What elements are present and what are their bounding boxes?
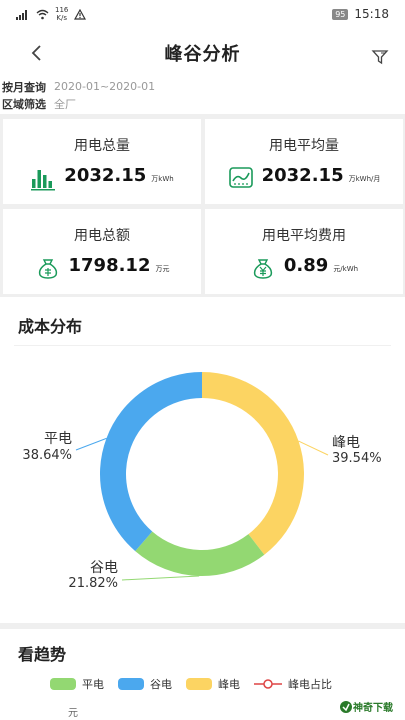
header: 峰谷分析 (0, 28, 405, 78)
money-bag-icon (38, 259, 57, 279)
card-value: 1798.12 (68, 255, 151, 276)
card-avg-power: 用电平均量 2032.15 万kWh/月 (205, 119, 403, 204)
card-title: 用电平均量 (269, 138, 339, 154)
network-speed: 116 K/s (55, 6, 68, 22)
donut-slice-feng[interactable] (202, 372, 305, 555)
leader-line-feng (298, 440, 329, 456)
brand-text: 神奇下载 (353, 703, 393, 714)
legend-label: 谷电 (150, 678, 172, 691)
leader-line-ping (75, 437, 107, 451)
legend-item-feng-ratio[interactable]: 峰电占比 (254, 676, 332, 692)
month-query-label: 按月查询 (2, 80, 46, 94)
legend-item-feng[interactable]: 峰电 (186, 676, 240, 692)
y-axis-unit: 元 (68, 708, 78, 719)
trend-legend: 平电 谷电 峰电 峰电占比 (50, 676, 346, 692)
card-title: 用电总额 (74, 228, 130, 244)
legend-item-ping[interactable]: 平电 (50, 676, 104, 692)
legend-label: 峰电占比 (288, 678, 332, 691)
slice-label-feng: 峰电 (332, 435, 360, 451)
slice-value-ping: 38.64% (22, 448, 72, 463)
card-value-row: 2032.15 万kWh/月 (205, 165, 403, 191)
card-unit: 万kWh (151, 175, 174, 183)
region-filter-label: 区域筛选 (2, 97, 46, 111)
card-value-row: 2032.15 万kWh (3, 165, 201, 191)
legend-swatch (50, 678, 76, 690)
yuan-bag-icon (253, 259, 273, 279)
card-total-power: 用电总量 2032.15 万kWh (3, 119, 201, 204)
card-value-row: 1798.12 万元 (3, 255, 201, 281)
cost-distribution-section: 成本分布 峰电 39.54% 谷电 21.82% 平电 38.64% (0, 297, 405, 623)
signal-icon (16, 9, 27, 20)
region-filter-row[interactable]: 区域筛选 全厂 (2, 95, 405, 112)
battery-indicator: 95 (332, 8, 349, 20)
warning-icon (74, 8, 87, 20)
status-right: 95 15:18 (332, 7, 389, 21)
card-unit: 元/kWh (333, 265, 359, 273)
card-value: 0.89 (283, 255, 329, 276)
speed-unit: K/s (56, 14, 67, 22)
card-value: 2032.15 (64, 165, 147, 186)
card-value-row: 0.89 元/kWh (205, 255, 403, 281)
status-left: 116 K/s (16, 6, 87, 22)
card-title: 用电平均费用 (262, 228, 346, 244)
clock: 15:18 (354, 7, 389, 21)
donut-chart: 峰电39.54% 谷电21.82% 平电38.64% (22, 372, 382, 591)
card-title: 用电总量 (74, 138, 130, 154)
donut-slice-gu[interactable] (135, 531, 265, 576)
legend-label: 平电 (82, 678, 104, 691)
line-marker-icon (254, 679, 282, 689)
card-avg-cost: 用电平均费用 0.89 元/kWh (205, 209, 403, 294)
legend-label: 峰电 (218, 678, 240, 691)
donut-slice-ping[interactable] (100, 372, 202, 552)
trend-chart-icon (228, 167, 253, 188)
page-title: 峰谷分析 (164, 44, 241, 65)
legend-swatch (118, 678, 144, 690)
trend-title: 看趋势 (18, 645, 67, 664)
brand-badge: 神奇下载 (335, 697, 397, 716)
region-filter-value: 全厂 (54, 97, 76, 111)
status-bar: 116 K/s 95 15:18 (0, 0, 405, 28)
leader-line-gu (121, 575, 200, 581)
month-query-value: 2020-01~2020-01 (54, 80, 156, 93)
wifi-icon (36, 9, 49, 19)
card-unit: 万kWh/月 (348, 175, 381, 183)
legend-item-gu[interactable]: 谷电 (118, 676, 172, 692)
trend-section: 看趋势 平电 谷电 峰电 峰电占比 元 神奇下载 (0, 629, 405, 720)
month-query-row[interactable]: 按月查询 2020-01~2020-01 (2, 78, 405, 95)
slice-value-gu: 21.82% (68, 576, 118, 591)
card-total-cost: 用电总额 1798.12 万元 (3, 209, 201, 294)
slice-value-feng: 39.54% (332, 451, 382, 466)
legend-swatch (186, 678, 212, 690)
speed-value: 116 (55, 6, 69, 14)
filter-icon[interactable] (371, 48, 389, 66)
back-icon[interactable] (26, 42, 48, 64)
query-info: 按月查询 2020-01~2020-01 区域筛选 全厂 (0, 78, 405, 114)
brand-logo-icon (340, 700, 352, 713)
slice-label-gu: 谷电 (90, 560, 118, 576)
card-value: 2032.15 (261, 165, 344, 186)
bar-chart-icon (31, 170, 56, 191)
slice-label-ping: 平电 (44, 431, 72, 447)
card-unit: 万元 (155, 265, 170, 273)
